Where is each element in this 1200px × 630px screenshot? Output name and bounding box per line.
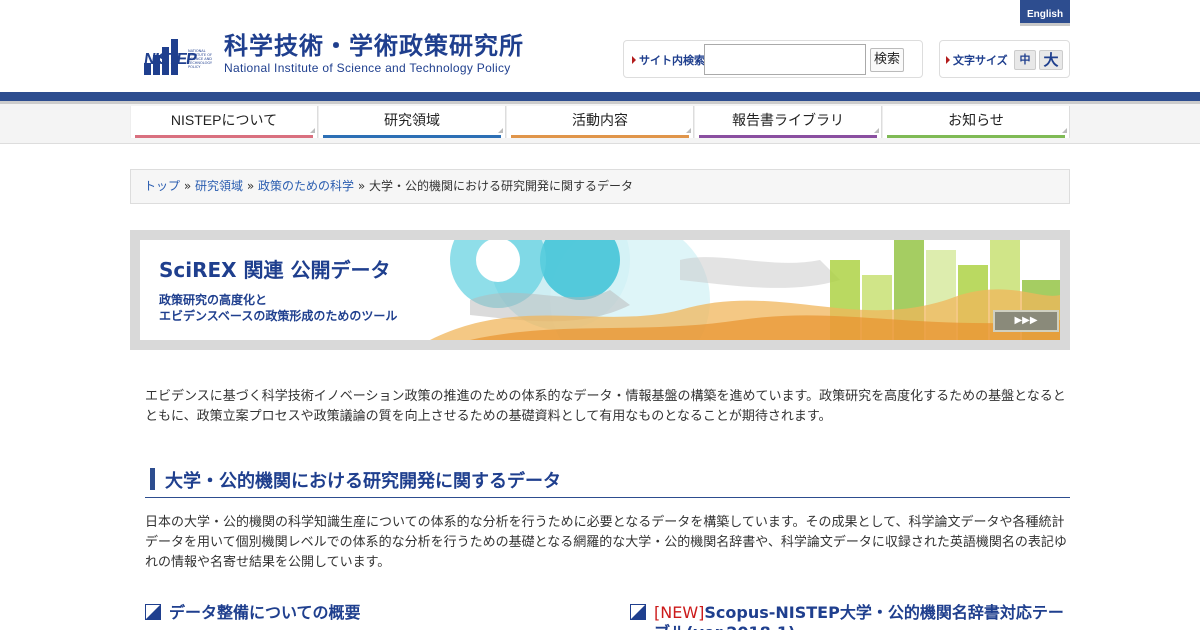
corner-arrow-icon xyxy=(686,128,691,133)
nistep-logo-mark: NISTEP NATIONAL INSTITUTE OF SCIENCE AND… xyxy=(143,33,216,75)
font-size-large-button[interactable]: 大 xyxy=(1039,50,1063,70)
subsection-title: [NEW]Scopus-NISTEP大学・公的機関名辞書対応テーブル(ver.2… xyxy=(654,603,1070,630)
site-search: サイト内検索 検索 xyxy=(623,40,923,78)
breadcrumb-top-link[interactable]: トップ xyxy=(144,179,180,193)
logo-mark-small-text: NATIONAL INSTITUTE OF SCIENCE AND TECHNO… xyxy=(188,49,213,69)
arrow-right-icon xyxy=(632,56,636,64)
search-input[interactable] xyxy=(704,44,866,75)
search-label: サイト内検索 xyxy=(632,52,705,68)
corner-square-icon xyxy=(630,604,646,620)
arrow-right-icon xyxy=(946,56,950,64)
site-header: NISTEP NATIONAL INSTITUTE OF SCIENCE AND… xyxy=(0,0,1200,92)
nav-item-label: お知らせ xyxy=(948,112,1004,128)
font-size-label: 文字サイズ xyxy=(946,52,1008,68)
corner-arrow-icon xyxy=(498,128,503,133)
site-title-jp: 科学技術・学術政策研究所 xyxy=(224,32,524,60)
nav-item-activities[interactable]: 活動内容 xyxy=(506,106,694,138)
intro-paragraph: エビデンスに基づく科学技術イノベーション政策の推進のための体系的なデータ・情報基… xyxy=(145,389,1066,424)
font-size-medium-button[interactable]: 中 xyxy=(1014,50,1036,70)
breadcrumb-research-link[interactable]: 研究領域 xyxy=(195,179,243,193)
corner-arrow-icon xyxy=(874,128,879,133)
section-heading: 大学・公的機関における研究開発に関するデータ xyxy=(145,464,1070,498)
breadcrumb: トップ » 研究領域 » 政策のための科学 » 大学・公的機関における研究開発に… xyxy=(130,169,1070,204)
nav-item-label: 研究領域 xyxy=(384,112,440,128)
breadcrumb-science-link[interactable]: 政策のための科学 xyxy=(258,179,354,193)
breadcrumb-separator: » xyxy=(183,179,192,193)
subsection-title: データ整備についての概要 xyxy=(169,603,361,622)
site-title-en: National Institute of Science and Techno… xyxy=(224,61,511,75)
global-nav: NISTEPについて 研究領域 活動内容 報告書ライブラリ お知らせ xyxy=(130,106,1070,140)
breadcrumb-current: 大学・公的機関における研究開発に関するデータ xyxy=(369,179,634,193)
nav-underline xyxy=(135,135,313,138)
nav-item-news[interactable]: お知らせ xyxy=(882,106,1070,138)
subsection-title-text: Scopus-NISTEP大学・公的機関名辞書対応テーブル(ver.2018.1… xyxy=(654,603,1064,630)
english-link[interactable]: English xyxy=(1020,0,1070,26)
banner-arrow-button[interactable]: ▶▶▶ xyxy=(993,310,1059,332)
nav-item-library[interactable]: 報告書ライブラリ xyxy=(694,106,882,138)
breadcrumb-separator: » xyxy=(246,179,255,193)
banner-subtitle-line: 政策研究の高度化と xyxy=(159,293,268,307)
new-badge: [NEW] xyxy=(654,603,705,622)
banner-subtitle-line: エビデンスベースの政策形成のためのツール xyxy=(159,309,398,323)
header-band xyxy=(0,92,1200,101)
nav-underline xyxy=(511,135,689,138)
font-size-switcher: 文字サイズ 中 大 xyxy=(939,40,1070,78)
site-logo[interactable]: NISTEP NATIONAL INSTITUTE OF SCIENCE AND… xyxy=(143,32,524,76)
nav-underline xyxy=(887,135,1065,138)
nav-item-research[interactable]: 研究領域 xyxy=(318,106,506,138)
corner-arrow-icon xyxy=(310,128,315,133)
section-title: 大学・公的機関における研究開発に関するデータ xyxy=(165,471,561,492)
breadcrumb-separator: » xyxy=(357,179,366,193)
section-description: 日本の大学・公的機関の科学知識生産についての体系的な分析を行うために必要となるデ… xyxy=(145,515,1067,570)
banner-panel: SciREX 関連 公開データ 政策研究の高度化と エビデンスベースの政策形成の… xyxy=(140,240,1060,340)
banner-title: SciREX 関連 公開データ xyxy=(159,258,391,282)
heading-marker xyxy=(150,468,155,490)
nav-item-label: 報告書ライブラリ xyxy=(732,112,844,128)
nav-item-label: NISTEPについて xyxy=(170,112,278,128)
corner-arrow-icon xyxy=(1062,128,1067,133)
scirex-banner[interactable]: SciREX 関連 公開データ 政策研究の高度化と エビデンスベースの政策形成の… xyxy=(130,230,1070,350)
search-button[interactable]: 検索 xyxy=(870,48,904,72)
nav-item-about[interactable]: NISTEPについて xyxy=(130,106,318,138)
nav-underline xyxy=(699,135,877,138)
corner-square-icon xyxy=(145,604,161,620)
banner-subtitle: 政策研究の高度化と エビデンスベースの政策形成のためのツール xyxy=(159,292,397,324)
nav-item-label: 活動内容 xyxy=(572,112,628,128)
nav-underline xyxy=(323,135,501,138)
